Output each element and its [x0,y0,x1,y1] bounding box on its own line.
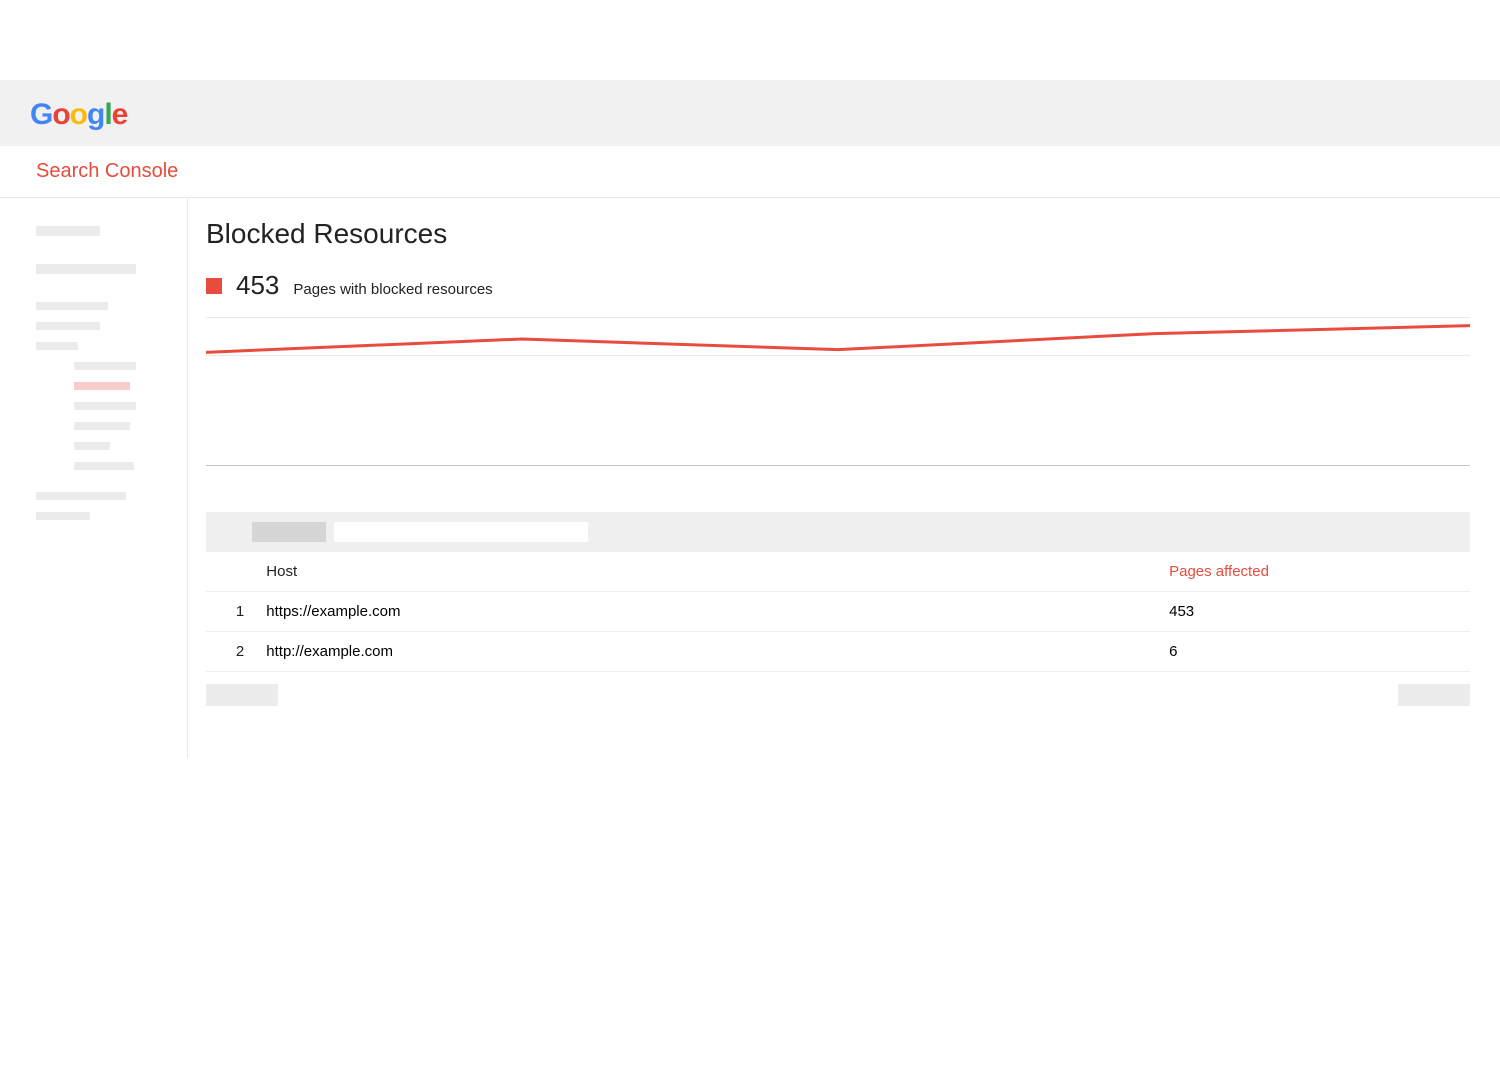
stat-value: 453 [236,270,279,301]
row-pages-affected: 453 [1161,592,1470,632]
column-pages-affected[interactable]: Pages affected [1161,552,1470,592]
row-index: 1 [206,592,258,632]
chart-line [206,307,1470,467]
sidebar-item-placeholder[interactable] [74,462,134,470]
sidebar-item-placeholder[interactable] [36,302,108,310]
hosts-table-container: Host Pages affected 1https://example.com… [206,512,1470,706]
footer-pagination-placeholder[interactable] [1398,684,1470,706]
row-host[interactable]: http://example.com [258,632,1161,672]
table-row[interactable]: 1https://example.com453 [206,592,1470,632]
sidebar-item-placeholder[interactable] [74,422,130,430]
sidebar-item-placeholder[interactable] [36,322,100,330]
row-index: 2 [206,632,258,672]
page-title: Blocked Resources [206,218,1500,250]
global-header: Google [0,80,1500,146]
stat-summary: 453 Pages with blocked resources [206,270,1500,301]
hosts-table: Host Pages affected 1https://example.com… [206,552,1470,672]
sidebar [0,198,188,758]
sidebar-item-placeholder[interactable] [36,512,90,520]
sidebar-item-placeholder[interactable] [74,442,110,450]
sidebar-item-placeholder[interactable] [36,264,136,274]
sidebar-item-placeholder[interactable] [36,492,126,500]
toolbar-search-placeholder[interactable] [334,522,588,542]
legend-swatch-icon [206,278,222,294]
app-header: Search Console [0,146,1500,198]
sidebar-item-active-placeholder[interactable] [74,382,130,390]
row-pages-affected: 6 [1161,632,1470,672]
row-host[interactable]: https://example.com [258,592,1161,632]
stat-label: Pages with blocked resources [293,281,492,298]
sidebar-item-placeholder[interactable] [74,402,136,410]
column-index [206,552,258,592]
footer-control-placeholder[interactable] [206,684,278,706]
table-toolbar [206,512,1470,552]
main-content: Blocked Resources 453 Pages with blocked… [188,198,1500,758]
column-host[interactable]: Host [258,552,1161,592]
table-footer [206,684,1470,706]
toolbar-button-placeholder[interactable] [252,522,326,542]
app-title[interactable]: Search Console [36,160,1464,183]
table-row[interactable]: 2http://example.com6 [206,632,1470,672]
sidebar-item-placeholder[interactable] [74,362,136,370]
google-logo[interactable]: Google [30,98,1470,132]
sidebar-item-placeholder[interactable] [36,226,100,236]
sidebar-item-placeholder[interactable] [36,342,78,350]
trend-chart [206,307,1470,467]
